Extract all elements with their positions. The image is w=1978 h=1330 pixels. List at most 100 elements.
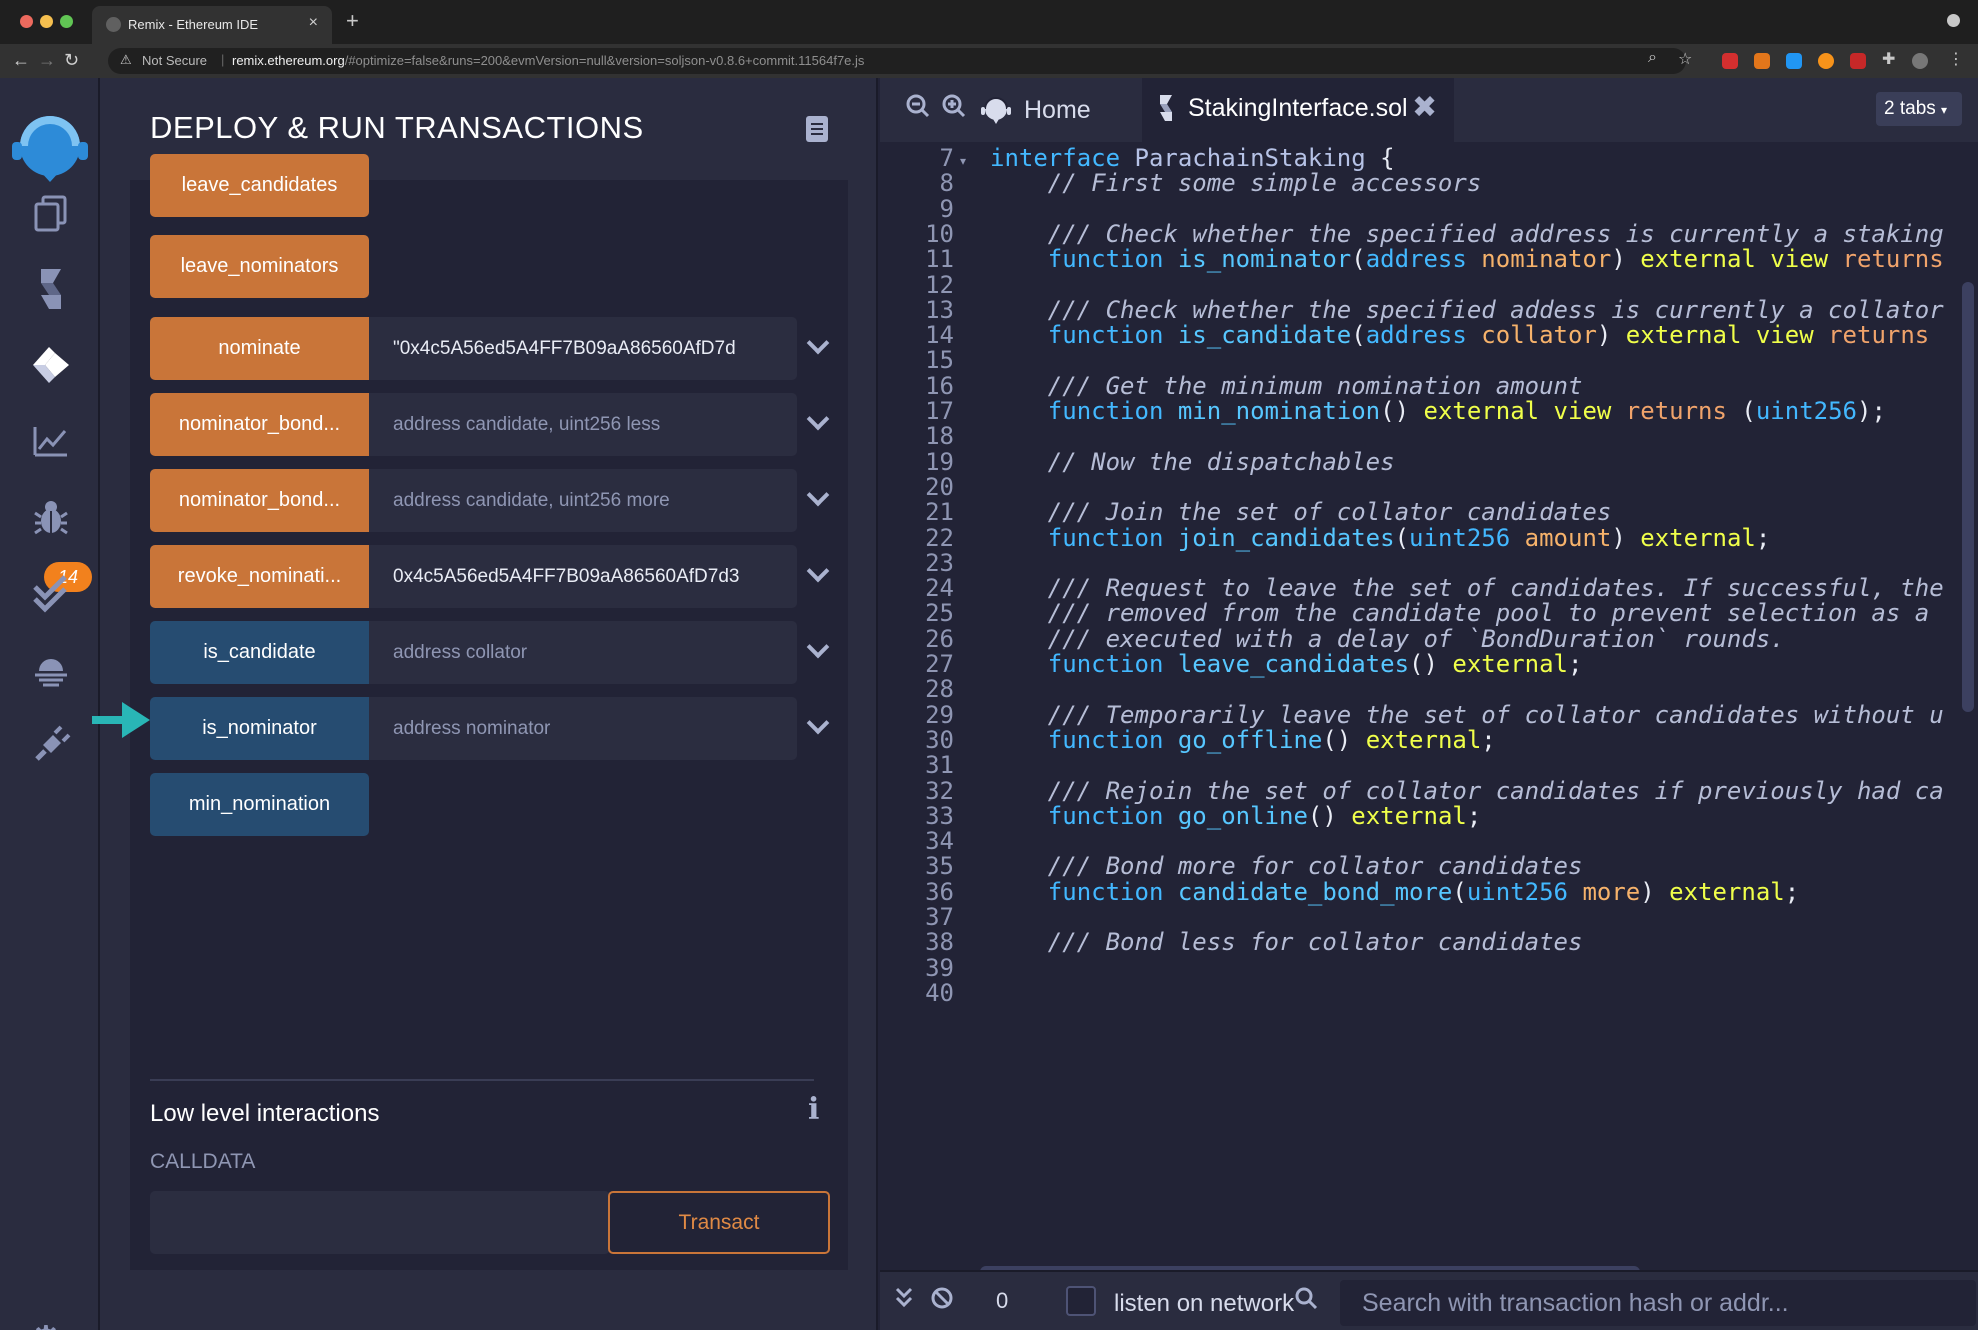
code-token: view [1553, 397, 1612, 425]
url-path: /#optimize=false&runs=200&evmVersion=nul… [344, 53, 865, 68]
expand-args-chevron-icon[interactable] [806, 333, 830, 357]
code-area[interactable]: 7 interface ParachainStaking {8 // First … [880, 142, 1978, 1270]
code-token: function [1047, 801, 1164, 830]
forward-icon[interactable]: → [38, 50, 56, 71]
solidity-analyzers-icon[interactable] [26, 416, 76, 466]
close-tab-icon[interactable]: × [309, 14, 318, 32]
function-args-input[interactable]: address candidate, uint256 less [369, 393, 797, 456]
debugger-icon[interactable] [26, 492, 76, 542]
section-divider [150, 1079, 814, 1081]
code-editor: Home StakingInterface.sol ✖ 2 tabs ▾ 7 in… [880, 78, 1978, 1330]
tab-file-label: StakingInterface.sol [1188, 94, 1408, 122]
tab-search-icon[interactable] [1947, 14, 1960, 27]
line-number: 27 [925, 650, 954, 678]
info-icon[interactable]: i [808, 1092, 819, 1127]
transaction-search-input[interactable]: Search with transaction hash or addr... [1340, 1280, 1976, 1326]
reload-icon[interactable]: ↻ [64, 50, 79, 71]
extension-icon[interactable] [1786, 53, 1802, 69]
function-button[interactable]: leave_candidates [150, 154, 369, 217]
profile-avatar[interactable] [1912, 53, 1928, 69]
back-icon[interactable]: ← [12, 50, 30, 71]
url-separator: | [221, 52, 225, 67]
function-args-input[interactable]: 0x4c5A56ed5A4FF7B09aA86560AfD7d3 [369, 545, 797, 608]
expand-args-chevron-icon[interactable] [806, 561, 830, 585]
maximize-window-button[interactable] [60, 15, 73, 28]
function-button[interactable]: nominator_bond... [150, 393, 369, 456]
code-line: // Now the dispatchables [990, 448, 1395, 476]
clear-console-icon[interactable] [930, 1286, 954, 1317]
vertical-scrollbar[interactable] [1962, 282, 1974, 712]
code-token: /// Rejoin the set of collator candidate… [990, 776, 1944, 805]
new-tab-button[interactable]: + [346, 8, 359, 34]
function-button[interactable]: revoke_nominati... [150, 545, 369, 608]
function-args-input[interactable]: address collator [369, 621, 797, 684]
chrome-menu-icon[interactable]: ⋮ [1948, 49, 1964, 69]
function-button[interactable]: leave_nominators [150, 235, 369, 298]
transact-button[interactable]: Transact [608, 1191, 830, 1254]
deploy-run-icon[interactable] [26, 340, 76, 390]
fold-toggle-icon[interactable]: ▾ [960, 154, 966, 168]
tab-staking-interface[interactable]: StakingInterface.sol ✖ [1142, 78, 1454, 142]
extension-icon[interactable] [1850, 53, 1866, 69]
solidity-unit-testing-icon[interactable] [26, 568, 76, 618]
function-args-input[interactable]: "0x4c5A56ed5A4FF7B09aA86560AfD7d [369, 317, 797, 380]
settings-gear-icon[interactable]: ⚙ [28, 1318, 64, 1330]
solidity-compiler-icon[interactable] [26, 264, 76, 314]
zoom-in-icon[interactable] [942, 94, 966, 125]
code-token: address [1365, 245, 1467, 274]
code-token: ( [1351, 321, 1366, 350]
function-button[interactable]: nominate [150, 317, 369, 380]
line-number: 8 [939, 169, 954, 198]
code-token: external [1625, 321, 1742, 350]
line-number: 38 [925, 928, 954, 957]
solidity-file-icon [1156, 94, 1176, 129]
browser-tab[interactable]: Remix - Ethereum IDE × [92, 6, 332, 44]
close-window-button[interactable] [20, 15, 33, 28]
code-token: () [1307, 801, 1352, 830]
zoom-out-icon[interactable] [906, 94, 930, 125]
code-line: /// Check whether the specified address … [990, 220, 1944, 248]
function-button[interactable]: min_nomination [150, 773, 369, 836]
code-token: function [1047, 245, 1164, 274]
documentation-icon[interactable] [806, 116, 828, 142]
bookmark-star-icon[interactable]: ☆ [1678, 49, 1692, 69]
code-token: ; [1481, 725, 1496, 754]
code-token: () [1380, 397, 1424, 425]
function-button[interactable]: nominator_bond... [150, 469, 369, 532]
function-args-input[interactable]: address candidate, uint256 more [369, 469, 797, 532]
calldata-input[interactable] [150, 1191, 610, 1254]
expand-args-chevron-icon[interactable] [806, 409, 830, 433]
function-button[interactable]: is_nominator [150, 697, 369, 760]
remix-logo-icon[interactable] [8, 108, 92, 192]
minimize-window-button[interactable] [40, 15, 53, 28]
expand-args-chevron-icon[interactable] [806, 485, 830, 509]
code-token: nominator [1481, 245, 1612, 274]
function-args-input[interactable]: address nominator [369, 697, 797, 760]
collapse-terminal-icon[interactable] [894, 1286, 914, 1317]
extension-icon[interactable] [1818, 53, 1834, 69]
code-token: uint256 [1409, 523, 1511, 552]
plugin-manager-icon[interactable] [26, 720, 76, 770]
code-line: function is_candidate(address collator) … [990, 321, 1929, 349]
expand-args-chevron-icon[interactable] [806, 637, 830, 661]
line-number: 34 [925, 827, 954, 856]
extensions-puzzle-icon[interactable]: ✚ [1882, 49, 1895, 69]
metamask-extension-icon[interactable] [1754, 53, 1770, 69]
expand-args-chevron-icon[interactable] [806, 713, 830, 737]
zoom-icon[interactable]: ⌕ [1648, 49, 1657, 67]
code-line: function is_nominator(address nominator)… [990, 245, 1944, 273]
close-tab-icon[interactable]: ✖ [1412, 90, 1437, 125]
listen-network-checkbox[interactable] [1066, 1286, 1096, 1316]
file-explorers-icon[interactable] [26, 188, 76, 238]
moonbeam-plugin-icon[interactable] [26, 644, 76, 694]
address-bar[interactable]: ⚠ Not Secure | remix.ethereum.org/#optim… [108, 48, 1686, 74]
terminal-bar: 0 listen on network Search with transact… [880, 1270, 1978, 1330]
tabs-count-dropdown[interactable]: 2 tabs ▾ [1876, 92, 1962, 126]
extension-icon[interactable] [1722, 53, 1738, 69]
function-button[interactable]: is_candidate [150, 621, 369, 684]
